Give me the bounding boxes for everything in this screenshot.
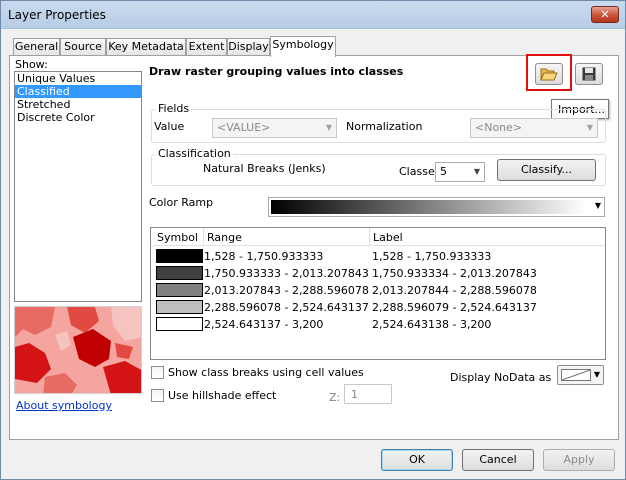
hillshade-checkbox[interactable] <box>151 389 164 402</box>
chevron-down-icon: ▼ <box>473 167 480 176</box>
color-ramp-select[interactable]: ▼ <box>268 197 605 217</box>
symbology-preview-image <box>14 306 142 394</box>
class-range[interactable]: 2,013.207843 - 2,288.596078 <box>204 284 369 297</box>
z-factor-label: Z: <box>329 391 341 404</box>
import-button[interactable] <box>535 63 563 85</box>
table-row[interactable]: 2,013.207843 - 2,288.596078 2,013.207844… <box>151 282 605 298</box>
show-class-breaks-checkbox[interactable] <box>151 366 164 379</box>
class-symbol-swatch[interactable] <box>156 283 203 297</box>
class-symbol-swatch[interactable] <box>156 317 203 331</box>
chevron-down-icon: ▼ <box>594 201 601 210</box>
title-bar[interactable]: Layer Properties ✕ <box>1 1 625 29</box>
show-renderer-list[interactable]: Unique Values Classified Stretched Discr… <box>14 71 142 302</box>
range-header[interactable]: Range <box>207 231 242 244</box>
dialog-button-bar: OK Cancel Apply <box>1 442 625 479</box>
table-row[interactable]: 2,288.596078 - 2,524.643137 2,288.596079… <box>151 299 605 315</box>
save-layer-button[interactable] <box>575 63 603 85</box>
list-item-unique-values[interactable]: Unique Values <box>15 72 141 85</box>
list-item-stretched[interactable]: Stretched <box>15 98 141 111</box>
layer-properties-dialog: Layer Properties ✕ General Source Key Me… <box>0 0 626 480</box>
class-range[interactable]: 2,524.643137 - 3,200 <box>204 318 323 331</box>
value-field-selected: <VALUE> <box>217 121 271 134</box>
class-table[interactable]: Symbol Range Label 1,528 - 1,750.933333 … <box>150 227 606 360</box>
classification-title: Classification <box>156 147 233 160</box>
list-item-discrete-color[interactable]: Discrete Color <box>15 111 141 124</box>
table-row[interactable]: 2,524.643137 - 3,200 2,524.643138 - 3,20… <box>151 316 605 332</box>
chevron-down-icon: ▼ <box>325 123 332 132</box>
table-row[interactable]: 1,528 - 1,750.933333 1,528 - 1,750.93333… <box>151 248 605 264</box>
classification-method: Natural Breaks (Jenks) <box>203 162 326 175</box>
normalization-select[interactable]: <None> ▼ <box>470 118 598 138</box>
classes-select[interactable]: 5 ▼ <box>435 162 485 182</box>
nodata-label: Display NoData as <box>450 371 552 384</box>
window-title: Layer Properties <box>8 8 106 22</box>
normalization-label: Normalization <box>346 120 423 133</box>
cancel-button[interactable]: Cancel <box>462 449 534 471</box>
tab-extent[interactable]: Extent <box>186 38 227 56</box>
label-header[interactable]: Label <box>373 231 403 244</box>
nodata-swatch-icon <box>561 369 591 381</box>
hillshade-label: Use hillshade effect <box>168 389 277 402</box>
value-label: Value <box>154 120 185 133</box>
class-symbol-swatch[interactable] <box>156 266 203 280</box>
fields-title: Fields <box>156 102 192 115</box>
nodata-color-picker[interactable]: ▼ <box>557 365 604 385</box>
tab-display[interactable]: Display <box>227 38 270 56</box>
color-ramp-label: Color Ramp <box>149 196 214 209</box>
tab-source[interactable]: Source <box>60 38 106 56</box>
normalization-selected: <None> <box>475 121 523 134</box>
class-range[interactable]: 1,528 - 1,750.933333 <box>204 250 323 263</box>
class-range[interactable]: 2,288.596078 - 2,524.643137 <box>204 301 369 314</box>
column-divider <box>369 228 370 246</box>
close-button[interactable]: ✕ <box>591 6 619 23</box>
tab-key-metadata[interactable]: Key Metadata <box>106 38 186 56</box>
class-label[interactable]: 2,288.596079 - 2,524.643137 <box>372 301 537 314</box>
about-symbology-link[interactable]: About symbology <box>16 399 112 412</box>
open-folder-icon <box>540 68 558 81</box>
class-label[interactable]: 2,013.207844 - 2,288.596078 <box>372 284 537 297</box>
color-ramp-preview <box>271 200 586 214</box>
tab-symbology[interactable]: Symbology <box>270 36 336 57</box>
table-row[interactable]: 1,750.933333 - 2,013.207843 1,750.933334… <box>151 265 605 281</box>
chevron-down-icon: ▼ <box>586 123 593 132</box>
show-label: Show: <box>15 58 48 71</box>
list-item-classified[interactable]: Classified <box>15 85 141 98</box>
tab-general[interactable]: General <box>13 38 60 56</box>
show-class-breaks-label: Show class breaks using cell values <box>168 366 364 379</box>
classify-button[interactable]: Classify... <box>497 159 596 181</box>
classes-value: 5 <box>440 165 447 178</box>
symbology-panel: Show: Unique Values Classified Stretched… <box>9 54 619 440</box>
class-symbol-swatch[interactable] <box>156 300 203 314</box>
floppy-disk-icon <box>582 67 596 81</box>
class-label[interactable]: 1,750.933334 - 2,013.207843 <box>372 267 537 280</box>
symbol-header[interactable]: Symbol <box>157 231 198 244</box>
value-field-select[interactable]: <VALUE> ▼ <box>212 118 337 138</box>
renderer-heading: Draw raster grouping values into classes <box>149 65 404 78</box>
ok-button[interactable]: OK <box>381 449 453 471</box>
column-divider <box>203 228 204 246</box>
class-symbol-swatch[interactable] <box>156 249 203 263</box>
z-factor-input[interactable]: 1 <box>344 384 392 404</box>
class-table-header: Symbol Range Label <box>151 228 605 246</box>
class-label[interactable]: 2,524.643138 - 3,200 <box>372 318 491 331</box>
apply-button[interactable]: Apply <box>543 449 615 471</box>
chevron-down-icon: ▼ <box>593 370 600 379</box>
class-range[interactable]: 1,750.933333 - 2,013.207843 <box>204 267 369 280</box>
class-label[interactable]: 1,528 - 1,750.933333 <box>372 250 491 263</box>
